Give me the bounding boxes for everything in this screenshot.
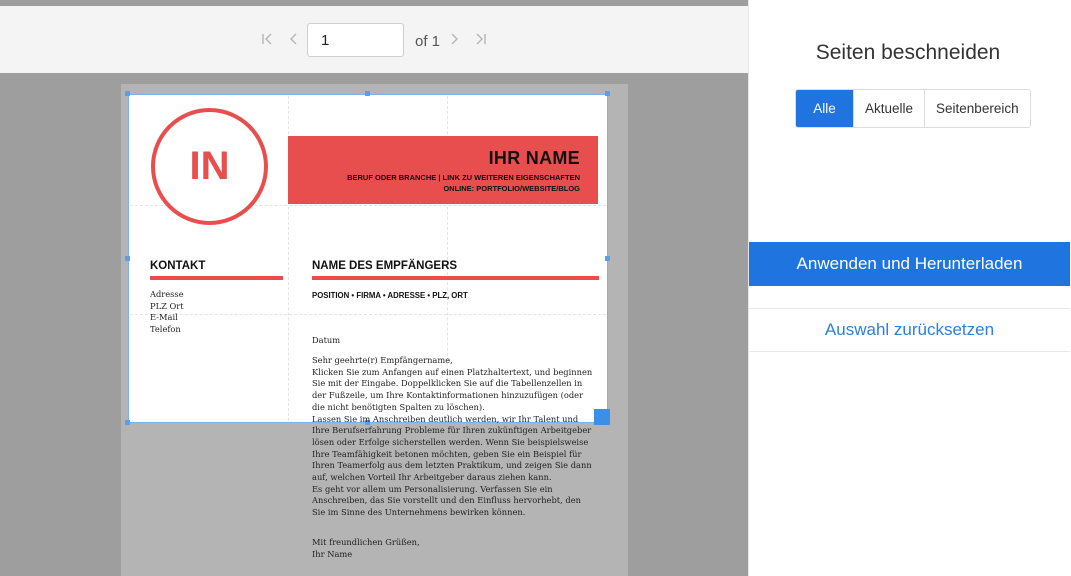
prev-page-icon[interactable] xyxy=(283,28,305,50)
applicant-subtitle-line2: ONLINE: PORTFOLIO/WEBSITE/BLOG xyxy=(443,184,580,193)
crop-handle-top-left[interactable] xyxy=(125,91,130,96)
crop-grid-line xyxy=(130,314,606,315)
next-page-icon[interactable] xyxy=(443,28,465,50)
letter-line: Sehr geehrte(r) Empfängername, xyxy=(312,355,453,365)
crop-settings-panel: Seiten beschneiden Alle Aktuelle Seitenb… xyxy=(748,0,1071,576)
closing-line: Ihr Name xyxy=(312,548,353,559)
page-number-input[interactable] xyxy=(307,23,404,57)
page-navigation-toolbar: of 1 xyxy=(0,6,748,73)
letter-line: Lassen Sie im Anschreiben deutlich werde… xyxy=(312,413,579,424)
letter-line: die nicht benötigten Spalten zu löschen)… xyxy=(312,401,485,412)
crop-handle-top-right[interactable] xyxy=(605,91,610,96)
letter-body: Sehr geehrte(r) Empfängername, Klicken S… xyxy=(312,355,604,519)
applicant-subtitle-line1: BERUF ODER BRANCHE | LINK ZU WEITEREN EI… xyxy=(347,173,580,182)
page-scope-selector: Alle Aktuelle Seitenbereich xyxy=(795,89,1031,128)
page-count-label: of 1 xyxy=(415,33,441,50)
document-viewer: of 1 IN IHR NAME BERUF ODER BRANCHE | LI… xyxy=(0,0,748,576)
apply-and-download-button[interactable]: Anwenden und Herunterladen xyxy=(749,242,1070,286)
crop-handle-right[interactable] xyxy=(605,256,610,261)
applicant-name: IHR NAME xyxy=(488,148,580,168)
letter-line: Sie mit der Eingabe. Doppelklicken Sie a… xyxy=(312,378,583,389)
letter-line: Sie im Sinne des Unternehmens bewirken k… xyxy=(312,507,526,518)
contact-list: Adresse PLZ Ort E-Mail Telefon xyxy=(150,289,184,336)
name-banner xyxy=(288,136,598,204)
crop-handle-left[interactable] xyxy=(125,256,130,261)
letter-line: Ihre Teamfähigkeit betonen möchten, gebe… xyxy=(312,448,582,459)
letter-line: lösen oder Erfolge sicherstellen werden.… xyxy=(312,436,589,447)
panel-title: Seiten beschneiden xyxy=(815,41,1001,64)
crop-handle-top[interactable] xyxy=(365,91,370,96)
segment-all[interactable]: Alle xyxy=(796,90,853,127)
letter-line: Anschreiben, das Sie vorstellt und den E… xyxy=(312,495,581,506)
letter-line: Ihren Teamerfolg aus dem letzten Praktik… xyxy=(312,460,592,471)
contact-item: Adresse xyxy=(150,289,184,299)
closing-line: Mit freundlichen Grüßen, xyxy=(312,537,420,547)
contact-item: Telefon xyxy=(150,324,181,335)
divider xyxy=(749,351,1070,352)
contact-item: PLZ Ort xyxy=(150,300,184,311)
reset-selection-button[interactable]: Auswahl zurücksetzen xyxy=(749,309,1070,351)
letter-line: Klicken Sie zum Anfangen auf einen Platz… xyxy=(312,366,593,377)
letter-closing: Mit freundlichen Grüßen, Ihr Name xyxy=(312,537,420,560)
recipient-details: POSITION • FIRMA • ADRESSE • PLZ, ORT xyxy=(312,291,468,300)
segment-page-range[interactable]: Seitenbereich xyxy=(924,90,1030,127)
logo-initials: IN xyxy=(189,144,230,188)
crop-handle-bottom-left[interactable] xyxy=(125,420,130,425)
contact-heading-rule xyxy=(150,276,283,280)
letter-line: der Fußzeile, um Ihre Kontaktinformation… xyxy=(312,390,584,401)
segment-current[interactable]: Aktuelle xyxy=(853,90,925,127)
letter-line: Es geht vor allem um Personalisierung. V… xyxy=(312,483,553,494)
last-page-icon[interactable] xyxy=(470,28,492,50)
recipient-heading-rule xyxy=(312,276,599,280)
letter-line: auf, welchen Vorteil Ihr Arbeitgeber dar… xyxy=(312,472,552,483)
first-page-icon[interactable] xyxy=(256,28,278,50)
letter-date: Datum xyxy=(312,335,341,345)
recipient-heading: NAME DES EMPFÄNGERS xyxy=(312,260,458,272)
letter-line: Ihre Berufserfahrung Probleme für Ihren … xyxy=(312,425,592,436)
contact-item: E-Mail xyxy=(150,312,178,323)
contact-heading: KONTAKT xyxy=(150,260,206,272)
